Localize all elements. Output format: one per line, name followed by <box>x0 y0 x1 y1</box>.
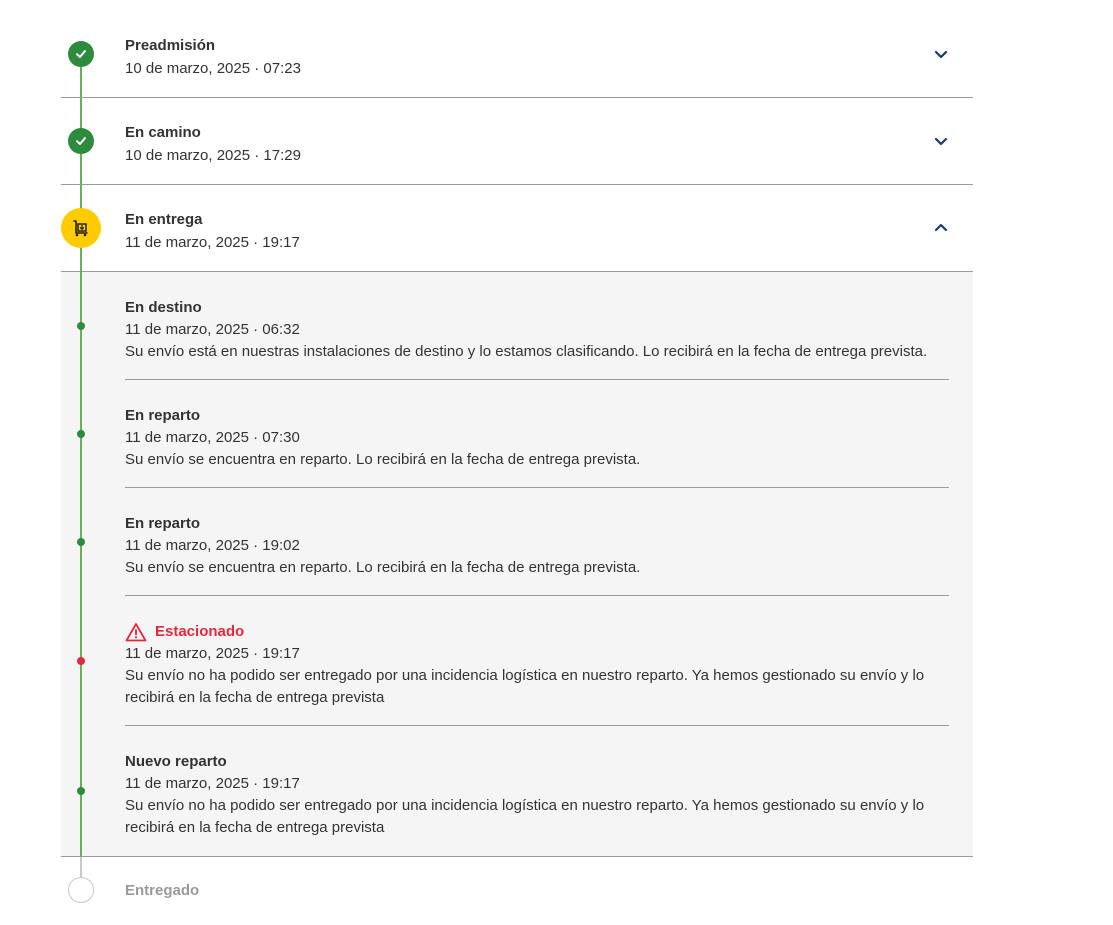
event-description: Su envío se encuentra en reparto. Lo rec… <box>125 451 641 468</box>
event-item: En reparto 11 de marzo, 2025 · 19:02 Su … <box>125 512 949 579</box>
delivery-cart-icon <box>61 208 101 248</box>
timeline-line <box>80 248 82 856</box>
chevron-up-icon[interactable] <box>929 216 953 240</box>
event-divider <box>125 725 949 726</box>
step-date: 10 de marzo, 2025 · 07:23 <box>125 60 301 77</box>
tracking-timeline: Preadmisión 10 de marzo, 2025 · 07:23 En… <box>0 0 1113 925</box>
step-title: En camino <box>125 124 201 141</box>
event-divider <box>125 595 949 596</box>
event-title: Nuevo reparto <box>125 753 227 770</box>
event-divider <box>125 379 949 380</box>
event-description: Su envío se encuentra en reparto. Lo rec… <box>125 559 641 576</box>
event-title-row: Estacionado <box>125 620 949 643</box>
event-description: Su envío no ha podido ser entregado por … <box>125 797 925 836</box>
step-en-entrega[interactable]: En entrega 11 de marzo, 2025 · 19:17 <box>61 204 973 271</box>
chevron-down-icon[interactable] <box>929 42 953 66</box>
event-date: 11 de marzo, 2025 · 19:02 <box>125 537 300 554</box>
timeline-line-pending <box>80 856 82 878</box>
step-date: 11 de marzo, 2025 · 19:17 <box>125 234 300 251</box>
event-title: En reparto <box>125 407 201 424</box>
warning-icon <box>125 622 147 642</box>
step-title: En entrega <box>125 211 203 228</box>
divider <box>61 97 973 98</box>
event-dot <box>77 787 85 795</box>
event-title: Estacionado <box>155 623 245 640</box>
step-title: Preadmisión <box>125 37 216 54</box>
event-date: 11 de marzo, 2025 · 19:17 <box>125 645 300 662</box>
divider <box>61 184 973 185</box>
event-item: En reparto 11 de marzo, 2025 · 07:30 Su … <box>125 404 949 471</box>
event-date: 11 de marzo, 2025 · 07:30 <box>125 429 300 446</box>
step-entregado: Entregado <box>61 876 973 916</box>
event-dot-alert <box>77 657 85 665</box>
event-item-alert: Estacionado 11 de marzo, 2025 · 19:17 Su… <box>125 620 949 709</box>
step-preadmision[interactable]: Preadmisión 10 de marzo, 2025 · 07:23 <box>61 30 973 97</box>
step-en-camino[interactable]: En camino 10 de marzo, 2025 · 17:29 <box>61 117 973 184</box>
divider <box>61 856 973 857</box>
event-divider <box>125 487 949 488</box>
step-title: Entregado <box>125 882 200 899</box>
event-item: En destino 11 de marzo, 2025 · 06:32 Su … <box>125 296 949 363</box>
step-date: 10 de marzo, 2025 · 17:29 <box>125 147 301 164</box>
event-dot <box>77 322 85 330</box>
event-date: 11 de marzo, 2025 · 19:17 <box>125 775 300 792</box>
event-date: 11 de marzo, 2025 · 06:32 <box>125 321 300 338</box>
check-icon <box>68 128 94 154</box>
event-description: Su envío está en nuestras instalaciones … <box>125 343 928 360</box>
empty-circle-icon <box>68 877 94 903</box>
check-icon <box>68 41 94 67</box>
event-title: En destino <box>125 299 202 316</box>
chevron-down-icon[interactable] <box>929 129 953 153</box>
event-description: Su envío no ha podido ser entregado por … <box>125 667 925 706</box>
event-item: Nuevo reparto 11 de marzo, 2025 · 19:17 … <box>125 750 949 839</box>
event-title: En reparto <box>125 515 201 532</box>
event-dot <box>77 538 85 546</box>
event-dot <box>77 430 85 438</box>
